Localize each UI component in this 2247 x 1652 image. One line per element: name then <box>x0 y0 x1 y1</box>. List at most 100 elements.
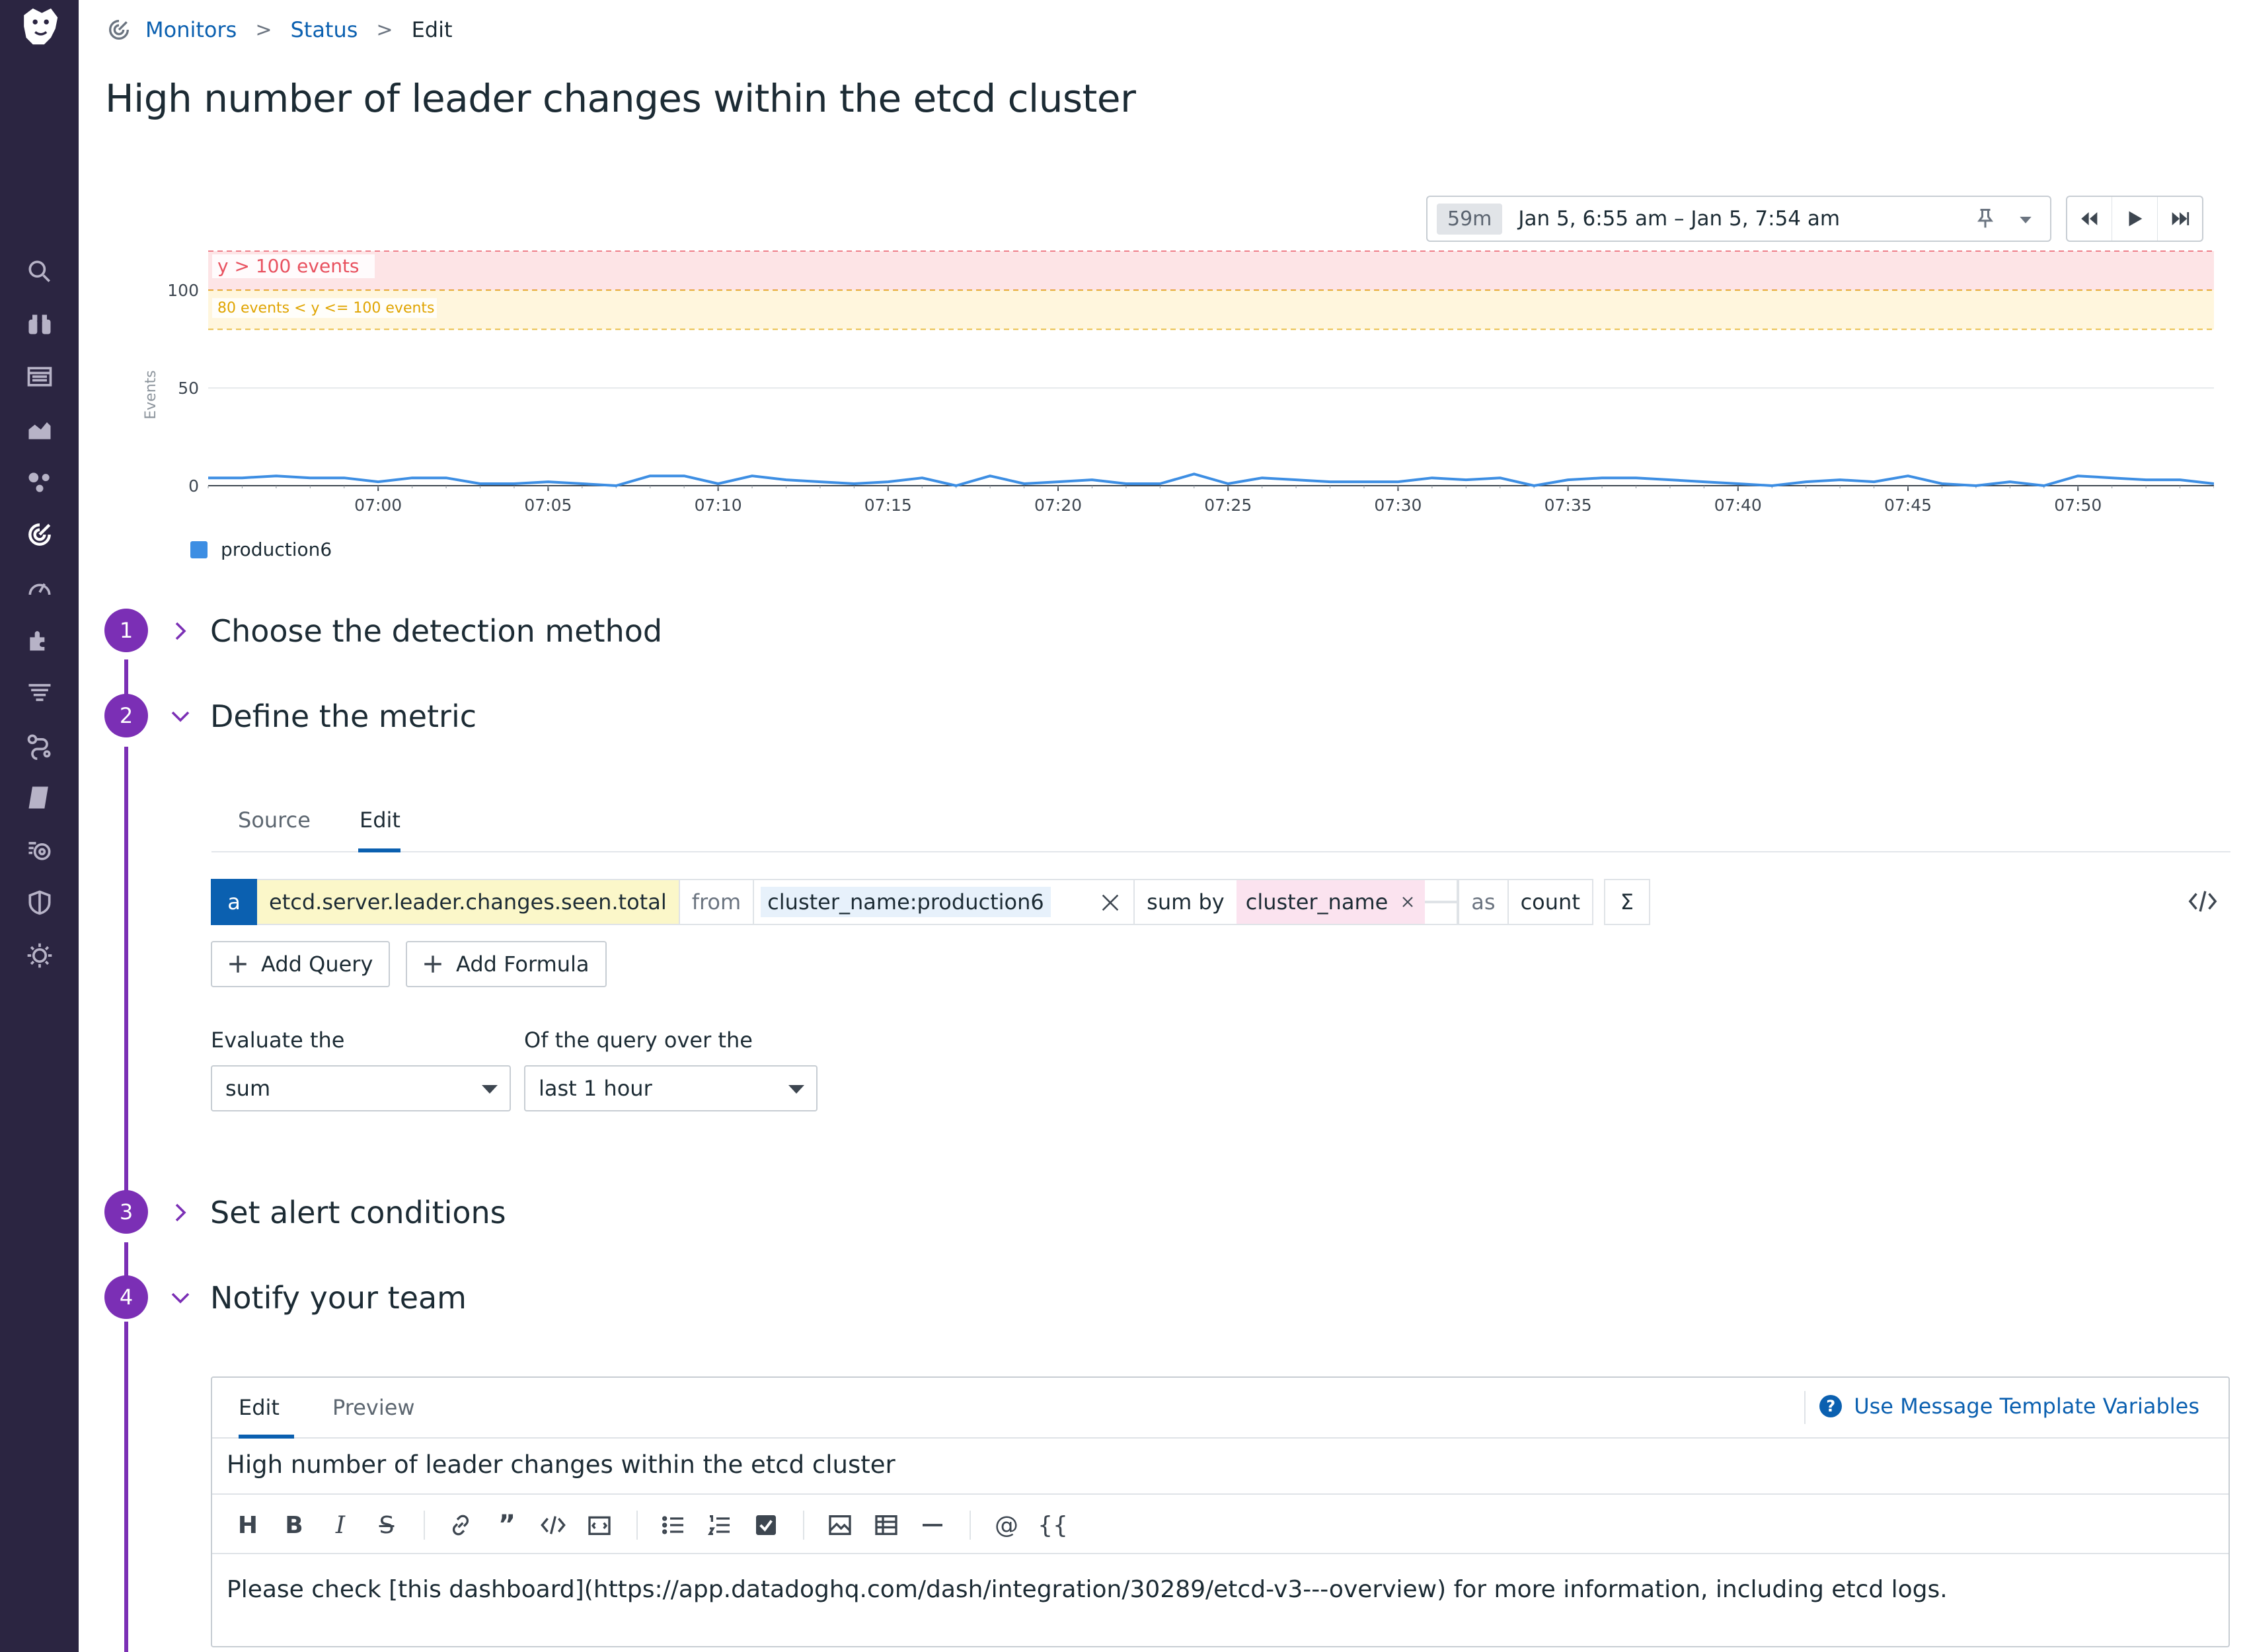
x-tick-label: 07:45 <box>1884 496 1932 515</box>
threshold-band <box>208 290 2214 330</box>
step-title-alert-conditions[interactable]: Set alert conditions <box>210 1195 506 1230</box>
gauge-icon[interactable] <box>20 568 59 607</box>
add-formula-button[interactable]: Add Formula <box>406 941 607 987</box>
tab-source[interactable]: Source <box>238 807 311 833</box>
sum-by-label[interactable]: sum by <box>1135 880 1237 924</box>
table-icon[interactable] <box>870 1509 902 1541</box>
legend-label: production6 <box>221 539 332 560</box>
threshold-label: 80 events < y <= 100 events <box>217 300 435 317</box>
integrations-puzzle-icon[interactable] <box>20 620 59 659</box>
from-tags-field[interactable]: cluster_name:production6 <box>754 879 1135 925</box>
link-icon[interactable] <box>445 1509 476 1541</box>
toolbar-divider <box>970 1511 971 1540</box>
image-icon[interactable] <box>824 1509 856 1541</box>
as-value-field[interactable]: count <box>1508 879 1593 925</box>
binoculars-icon[interactable] <box>20 305 59 344</box>
code-icon[interactable] <box>2188 888 2218 915</box>
add-formula-label: Add Formula <box>456 952 590 977</box>
remove-tag-icon[interactable] <box>1400 894 1416 910</box>
rewind-button[interactable] <box>2067 197 2113 241</box>
strikethrough-button[interactable]: S <box>371 1509 402 1541</box>
evaluation-window-label: Of the query over the <box>524 1028 753 1053</box>
heading-button[interactable]: H <box>232 1509 264 1541</box>
group-by-tag[interactable]: cluster_name <box>1236 880 1426 924</box>
metric-chart: y > 100 events 80 events < y <= 100 event… <box>143 250 2214 515</box>
toolbar-divider <box>636 1511 638 1540</box>
chart-legend[interactable]: production6 <box>190 539 332 560</box>
logs-icon[interactable] <box>20 673 59 712</box>
toolbar-divider <box>424 1511 425 1540</box>
code-icon[interactable] <box>537 1509 569 1541</box>
checkbox-list-icon[interactable] <box>750 1509 782 1541</box>
message-body-input[interactable]: Please check [this dashboard](https://ap… <box>227 1576 1948 1603</box>
step-title-notify-team[interactable]: Notify your team <box>210 1280 467 1316</box>
query-editor-row: a etcd.server.leader.changes.seen.total … <box>211 879 1650 925</box>
notebook-icon[interactable] <box>20 778 59 817</box>
editor-tab-edit[interactable]: Edit <box>239 1395 280 1420</box>
caret-down-icon[interactable] <box>2016 210 2036 230</box>
evaluation-window-value: last 1 hour <box>539 1076 652 1101</box>
code-block-icon[interactable] <box>584 1509 615 1541</box>
pin-icon[interactable] <box>1973 207 1997 231</box>
dashboards-icon[interactable] <box>20 357 59 396</box>
numbered-list-icon[interactable] <box>704 1509 736 1541</box>
mention-button[interactable]: @ <box>991 1509 1022 1541</box>
add-query-button[interactable]: Add Query <box>211 941 391 987</box>
quote-button[interactable]: ” <box>491 1509 523 1541</box>
add-query-label: Add Query <box>261 952 373 977</box>
step-title-detection-method[interactable]: Choose the detection method <box>210 613 662 649</box>
timeline-connector <box>124 747 128 1203</box>
sigma-function-button[interactable]: Σ <box>1603 879 1650 925</box>
x-tick-label: 07:50 <box>2054 496 2102 515</box>
aggregation-select[interactable]: sum <box>211 1065 511 1111</box>
horizontal-rule-icon[interactable] <box>917 1509 948 1541</box>
fast-forward-icon <box>2172 212 2190 225</box>
italic-button[interactable]: I <box>324 1509 356 1541</box>
group-by-spacer <box>1425 901 1457 903</box>
caret-down-icon <box>788 1085 804 1094</box>
watchdog-icon[interactable] <box>20 936 59 975</box>
aggregation-field[interactable]: sum by cluster_name <box>1135 879 1459 925</box>
infrastructure-icon[interactable] <box>20 463 59 502</box>
tab-edit[interactable]: Edit <box>360 807 400 833</box>
fast-forward-button[interactable] <box>2158 197 2202 241</box>
evaluation-window-select[interactable]: last 1 hour <box>524 1065 818 1111</box>
breadcrumb-monitors-link[interactable]: Monitors <box>145 17 237 42</box>
search-icon[interactable] <box>20 252 59 291</box>
security-shield-icon[interactable] <box>20 883 59 922</box>
time-navigation <box>2066 196 2203 242</box>
clear-icon[interactable] <box>1099 891 1122 914</box>
chevron-down-icon[interactable] <box>169 1286 192 1310</box>
editor-tabs: Edit Preview ? Use Message Template Vari… <box>212 1378 2228 1439</box>
plus-icon <box>229 956 247 973</box>
time-range-picker[interactable]: 59m Jan 5, 6:55 am – Jan 5, 7:54 am <box>1426 196 2051 242</box>
editor-tab-preview[interactable]: Preview <box>332 1395 415 1420</box>
monitors-icon[interactable] <box>20 515 59 554</box>
x-tick-label: 07:25 <box>1204 496 1252 515</box>
from-tag[interactable]: cluster_name:production6 <box>761 887 1051 917</box>
datadog-logo-icon[interactable] <box>13 0 66 53</box>
rewind-icon <box>2080 212 2097 225</box>
y-tick-label: 50 <box>178 379 199 398</box>
bold-button[interactable]: B <box>278 1509 310 1541</box>
x-tick-label: 07:05 <box>524 496 572 515</box>
chevron-right-icon[interactable] <box>169 1201 192 1224</box>
chevron-down-icon[interactable] <box>169 704 192 728</box>
synthetics-icon[interactable] <box>20 831 59 870</box>
play-button[interactable] <box>2112 197 2158 241</box>
active-tab-indicator <box>358 848 400 852</box>
breadcrumb-status-link[interactable]: Status <box>290 17 358 42</box>
template-variables-link[interactable]: ? Use Message Template Variables <box>1819 1394 2199 1419</box>
apm-icon[interactable] <box>20 726 59 765</box>
y-tick-label: 0 <box>188 476 199 496</box>
template-variable-button[interactable]: {{ <box>1037 1509 1069 1541</box>
step-title-define-metric[interactable]: Define the metric <box>210 698 476 734</box>
metric-name-field[interactable]: etcd.server.leader.changes.seen.total <box>257 879 680 925</box>
from-label: from <box>679 879 755 925</box>
chevron-right-icon[interactable] <box>169 619 192 643</box>
bullet-list-icon[interactable] <box>658 1509 689 1541</box>
metrics-chart-icon[interactable] <box>20 410 59 449</box>
message-subject-input[interactable]: High number of leader changes within the… <box>227 1450 895 1479</box>
aggregation-select-value: sum <box>225 1076 271 1101</box>
x-tick-label: 07:40 <box>1714 496 1762 515</box>
